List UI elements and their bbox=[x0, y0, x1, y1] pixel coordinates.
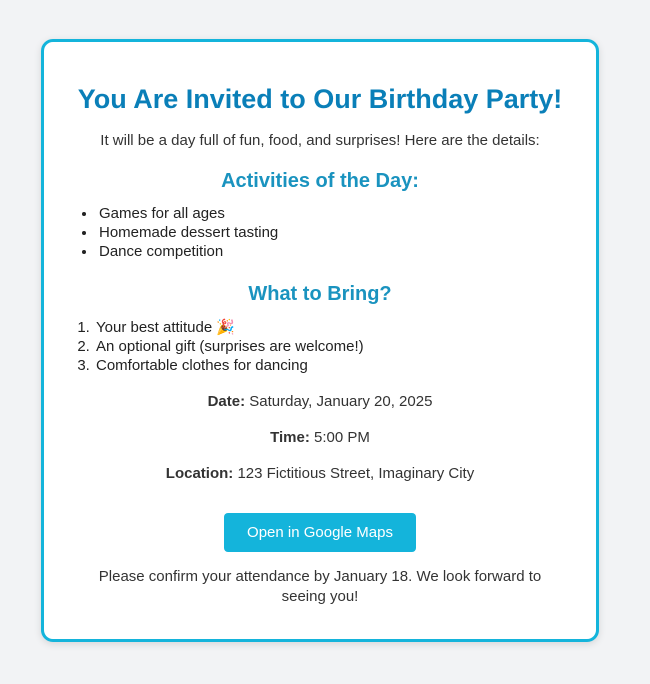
location-detail: Location: 123 Fictitious Street, Imagina… bbox=[77, 464, 563, 484]
location-value: 123 Fictitious Street, Imaginary City bbox=[237, 465, 475, 482]
location-label: Location: bbox=[165, 465, 234, 482]
date-detail: Date: Saturday, January 20, 2025 bbox=[77, 392, 563, 412]
time-label: Time: bbox=[270, 429, 310, 446]
map-button-container: Open in Google Maps bbox=[77, 513, 563, 552]
intro-text: It will be a day full of fun, food, and … bbox=[100, 132, 540, 149]
activities-list: Games for all ages Homemade dessert tast… bbox=[77, 204, 563, 261]
list-item: Comfortable clothes for dancing bbox=[94, 356, 563, 375]
activities-heading: Activities of the Day: bbox=[221, 170, 419, 192]
open-google-maps-button[interactable]: Open in Google Maps bbox=[224, 513, 416, 552]
list-item: An optional gift (surprises are welcome!… bbox=[94, 337, 563, 356]
list-item: Games for all ages bbox=[97, 204, 563, 223]
date-value: Saturday, January 20, 2025 bbox=[249, 393, 433, 410]
bring-list: Your best attitude 🎉 An optional gift (s… bbox=[77, 318, 563, 375]
closing-text: Please confirm your attendance by Januar… bbox=[98, 568, 542, 605]
list-item: Homemade dessert tasting bbox=[97, 223, 563, 242]
date-label: Date: bbox=[207, 393, 246, 410]
list-item: Your best attitude 🎉 bbox=[94, 318, 563, 337]
page-title: You Are Invited to Our Birthday Party! bbox=[77, 84, 563, 114]
time-detail: Time: 5:00 PM bbox=[77, 428, 563, 448]
time-value: 5:00 PM bbox=[314, 429, 370, 446]
list-item: Dance competition bbox=[97, 242, 563, 261]
invitation-card: You Are Invited to Our Birthday Party! I… bbox=[41, 39, 599, 642]
bring-heading: What to Bring? bbox=[248, 283, 392, 305]
